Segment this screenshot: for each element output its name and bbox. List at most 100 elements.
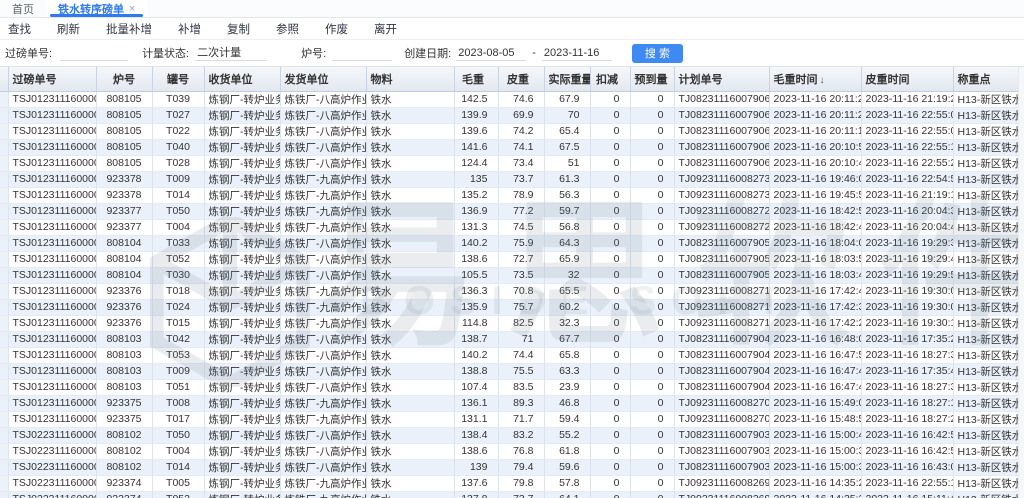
- table-cell[interactable]: 135.2: [454, 187, 498, 203]
- table-cell[interactable]: 59.7: [544, 203, 590, 219]
- table-cell[interactable]: T033: [152, 235, 204, 251]
- row-indicator[interactable]: [0, 107, 8, 123]
- table-cell[interactable]: 炼铁厂-八高炉作业区: [280, 235, 366, 251]
- column-header-6[interactable]: 毛重: [454, 67, 498, 91]
- row-indicator[interactable]: [0, 427, 8, 443]
- table-cell[interactable]: 73.4: [498, 155, 544, 171]
- table-cell[interactable]: 0: [630, 411, 674, 427]
- table-cell[interactable]: 75.9: [498, 235, 544, 251]
- table-cell[interactable]: 炼铁厂-九高炉作业区: [280, 187, 366, 203]
- table-cell[interactable]: 808105: [96, 91, 152, 107]
- row-indicator[interactable]: [0, 395, 8, 411]
- table-cell[interactable]: 140.2: [454, 235, 498, 251]
- table-cell[interactable]: TJ08231116007903: [674, 443, 769, 459]
- table-cell[interactable]: 65.5: [544, 283, 590, 299]
- table-cell[interactable]: 炼钢厂-转炉业务区: [204, 475, 280, 491]
- close-icon[interactable]: ×: [129, 3, 135, 15]
- table-cell[interactable]: 2023-11-16 17:42:34: [769, 299, 861, 315]
- table-cell[interactable]: 136.9: [454, 203, 498, 219]
- table-cell[interactable]: H13-新区铁水秤: [953, 315, 1018, 331]
- table-cell[interactable]: 炼钢厂-转炉业务区: [204, 283, 280, 299]
- table-cell[interactable]: 0: [630, 187, 674, 203]
- table-cell[interactable]: TSJ01231116000059: [8, 379, 96, 395]
- date-to-input[interactable]: 2023-11-16: [542, 45, 612, 61]
- table-cell[interactable]: H13-新区铁水秤: [953, 155, 1018, 171]
- table-cell[interactable]: 炼钢厂-转炉业务区: [204, 331, 280, 347]
- table-cell[interactable]: 67.9: [544, 91, 590, 107]
- table-row[interactable]: TSJ01231116000071923378T014炼钢厂-转炉业务区炼铁厂-…: [0, 187, 1018, 203]
- table-cell[interactable]: TJ08231116007903: [674, 459, 769, 475]
- table-cell[interactable]: 923375: [96, 395, 152, 411]
- row-indicator[interactable]: [0, 123, 8, 139]
- table-cell[interactable]: TJ08231116007906: [674, 107, 769, 123]
- table-cell[interactable]: 2023-11-16 19:45:51: [769, 187, 861, 203]
- table-cell[interactable]: 炼铁厂-八高炉作业区: [280, 427, 366, 443]
- table-cell[interactable]: 2023-11-16 21:19:24: [861, 91, 953, 107]
- table-cell[interactable]: 2023-11-16 18:27:32: [861, 347, 953, 363]
- table-cell[interactable]: TSJ01231116000064: [8, 299, 96, 315]
- table-cell[interactable]: 70: [544, 107, 590, 123]
- table-cell[interactable]: 808103: [96, 379, 152, 395]
- table-row[interactable]: TSJ01231116000078808105T039炼钢厂-转炉业务区炼铁厂-…: [0, 91, 1018, 107]
- table-cell[interactable]: 73.7: [498, 491, 544, 498]
- table-cell[interactable]: TJ09231116008269: [674, 475, 769, 491]
- table-row[interactable]: TSJ01231116000076808105T022炼钢厂-转炉业务区炼铁厂-…: [0, 123, 1018, 139]
- table-cell[interactable]: 0: [630, 299, 674, 315]
- table-row[interactable]: TSJ02231116000008808102T014炼钢厂-转炉业务区炼铁厂-…: [0, 459, 1018, 475]
- table-cell[interactable]: 64.1: [544, 491, 590, 498]
- table-cell[interactable]: 2023-11-16 18:27:25: [861, 411, 953, 427]
- table-cell[interactable]: 46.8: [544, 395, 590, 411]
- table-cell[interactable]: 131.1: [454, 411, 498, 427]
- table-cell[interactable]: 炼钢厂-转炉业务区: [204, 203, 280, 219]
- table-cell[interactable]: TSJ02231116000008: [8, 459, 96, 475]
- table-cell[interactable]: 炼钢厂-转炉业务区: [204, 91, 280, 107]
- table-cell[interactable]: T004: [152, 443, 204, 459]
- table-cell[interactable]: 808104: [96, 235, 152, 251]
- table-cell[interactable]: 炼钢厂-转炉业务区: [204, 395, 280, 411]
- table-cell[interactable]: 61.8: [544, 443, 590, 459]
- table-cell[interactable]: TJ08231116007906: [674, 91, 769, 107]
- table-cell[interactable]: 铁水: [366, 235, 454, 251]
- table-cell[interactable]: 0: [590, 315, 630, 331]
- table-cell[interactable]: 炼钢厂-转炉业务区: [204, 347, 280, 363]
- table-cell[interactable]: TSJ02231116000010: [8, 427, 96, 443]
- table-cell[interactable]: 炼铁厂-八高炉作业区: [280, 123, 366, 139]
- column-header-5[interactable]: 物料: [366, 67, 454, 91]
- table-cell[interactable]: 0: [590, 491, 630, 498]
- table-row[interactable]: TSJ01231116000068808104T033炼钢厂-转炉业务区炼铁厂-…: [0, 235, 1018, 251]
- table-cell[interactable]: 0: [630, 251, 674, 267]
- table-row[interactable]: TSJ01231116000061808103T053炼钢厂-转炉业务区炼铁厂-…: [0, 347, 1018, 363]
- table-cell[interactable]: H13-新区铁水秤: [953, 107, 1018, 123]
- table-cell[interactable]: H13-新区铁水秤: [953, 171, 1018, 187]
- table-cell[interactable]: 2023-11-16 16:42:56: [861, 443, 953, 459]
- table-cell[interactable]: 炼铁厂-八高炉作业区: [280, 331, 366, 347]
- table-cell[interactable]: 2023-11-16 22:55:17: [861, 139, 953, 155]
- table-cell[interactable]: TJ08231116007906: [674, 155, 769, 171]
- table-cell[interactable]: TJ09231116008272: [674, 203, 769, 219]
- table-cell[interactable]: 炼钢厂-转炉业务区: [204, 299, 280, 315]
- table-cell[interactable]: 139.6: [454, 123, 498, 139]
- tab-molten-iron-transfer[interactable]: 铁水转序磅单 ×: [46, 0, 147, 17]
- table-cell[interactable]: 0: [630, 379, 674, 395]
- table-cell[interactable]: T050: [152, 203, 204, 219]
- table-cell[interactable]: TJ08231116007906: [674, 123, 769, 139]
- table-cell[interactable]: 0: [630, 475, 674, 491]
- table-cell[interactable]: 铁水: [366, 491, 454, 498]
- table-cell[interactable]: 炼钢厂-转炉业务区: [204, 107, 280, 123]
- table-cell[interactable]: T005: [152, 475, 204, 491]
- table-cell[interactable]: 923376: [96, 283, 152, 299]
- table-cell[interactable]: 0: [590, 203, 630, 219]
- table-cell[interactable]: 61.3: [544, 171, 590, 187]
- table-cell[interactable]: H13-新区铁水秤: [953, 139, 1018, 155]
- table-cell[interactable]: 0: [590, 267, 630, 283]
- table-cell[interactable]: 炼钢厂-转炉业务区: [204, 443, 280, 459]
- table-cell[interactable]: 73.7: [498, 171, 544, 187]
- table-cell[interactable]: TJ09231116008273: [674, 171, 769, 187]
- table-cell[interactable]: 56.3: [544, 187, 590, 203]
- table-cell[interactable]: 0: [630, 235, 674, 251]
- table-cell[interactable]: T009: [152, 363, 204, 379]
- table-cell[interactable]: 0: [590, 475, 630, 491]
- column-header-3[interactable]: 收货单位: [204, 67, 280, 91]
- table-cell[interactable]: 炼钢厂-转炉业务区: [204, 219, 280, 235]
- table-cell[interactable]: 136.1: [454, 395, 498, 411]
